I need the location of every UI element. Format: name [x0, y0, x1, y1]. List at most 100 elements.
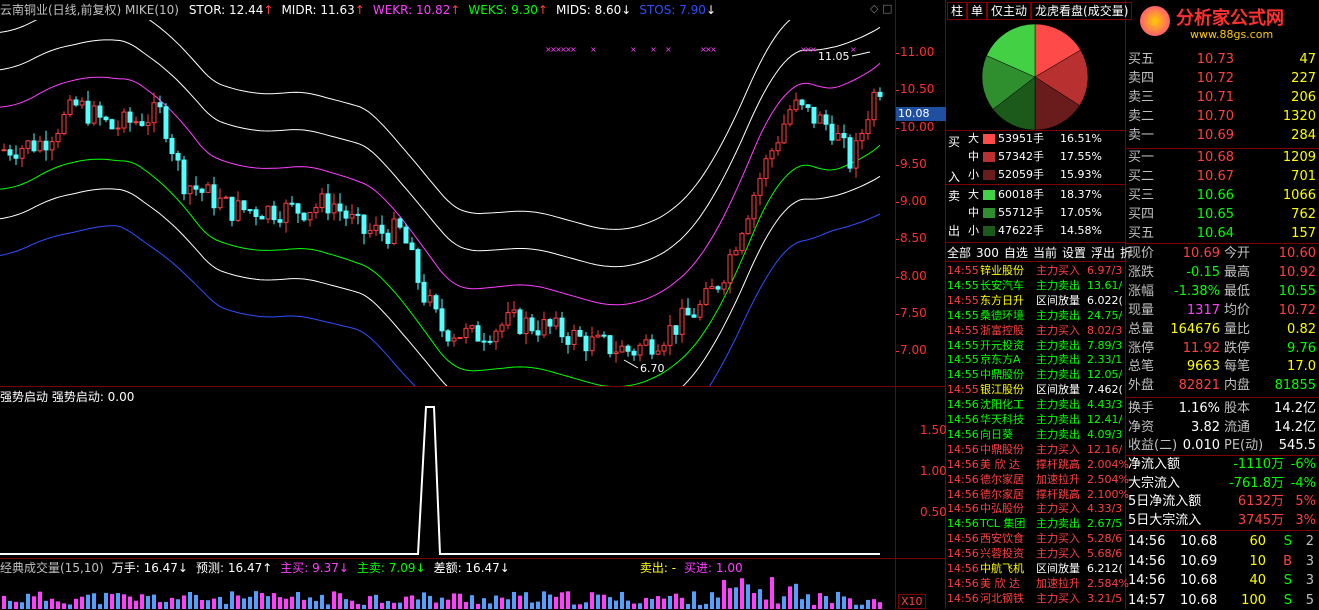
filter-tab-0[interactable]: 全部 — [947, 246, 971, 260]
alert-value: 12.05/ — [1087, 368, 1123, 382]
alert-value: 12.16/ — [1087, 442, 1123, 456]
alert-row[interactable]: 14:56 中航飞机 区间放量 6.212( — [947, 561, 1125, 576]
alert-value: 24.75/ — [1087, 308, 1123, 322]
volume-bar — [500, 597, 504, 609]
orderbook-volume: 1066 — [1282, 188, 1316, 203]
candle-body — [595, 334, 601, 338]
alert-row[interactable]: 14:56 德尔家居 撑杆跳高 2.100% — [947, 487, 1129, 502]
price-axis-tick — [896, 202, 899, 203]
fund-flow-value: 3745万 — [1237, 512, 1284, 528]
candle-body — [463, 327, 469, 339]
alert-row[interactable]: 14:56 美 欣 达 撑杆跳高 2.004% — [947, 457, 1129, 472]
alert-row[interactable]: 14:56 河北钢铁 主力买入 3.21/5 — [947, 591, 1125, 606]
alert-time: 14:56 — [947, 442, 979, 456]
alert-row[interactable]: 14:55 银江股份 区间放量 7.462( — [947, 382, 1125, 397]
alert-row[interactable]: 14:56 德尔家居 加速拉升 2.504% — [947, 472, 1129, 487]
orderbook-label: 买五 — [1128, 226, 1155, 241]
alert-value: 4.43/3 — [1087, 398, 1123, 412]
weks-line — [0, 144, 881, 386]
low-arrow — [623, 359, 639, 369]
alert-stock: 华天科技 — [980, 413, 1024, 426]
top-tab-1[interactable]: 单 — [967, 2, 988, 20]
price-axis-label: 8.00 — [900, 268, 927, 283]
volume-bar — [332, 591, 336, 609]
volume-bar — [308, 597, 312, 609]
alert-value: 2.004% — [1087, 457, 1129, 471]
alert-row[interactable]: 14:55 桑德环境 主力卖出 24.75/ — [947, 308, 1125, 323]
fundamental-label: PE(动) — [1224, 438, 1264, 453]
top-tab-2[interactable]: 仅主动 — [987, 2, 1032, 20]
flow-pct: 17.55% — [1060, 150, 1102, 163]
alert-time: 14:55 — [947, 264, 979, 277]
filter-tab-1[interactable]: 300 — [976, 246, 999, 260]
candle-body — [787, 109, 793, 125]
volume-bar — [878, 602, 882, 609]
alert-row[interactable]: 14:55 京东方A 主力卖出 2.33/1 — [947, 352, 1125, 367]
candle-body — [379, 224, 385, 234]
filter-tab-5[interactable]: 浮出 — [1091, 246, 1115, 260]
top-tab-3[interactable]: 龙虎看盘(成交量) — [1031, 2, 1133, 20]
trade-row: 14:56 10.68 60 S 2 — [1128, 532, 1318, 551]
orderbook-label: 买四 — [1128, 207, 1155, 222]
alert-row[interactable]: 14:56 沈阳化工 主力卖出 4.43/3 — [947, 397, 1125, 412]
filter-tab-2[interactable]: 自选 — [1004, 246, 1028, 260]
candle-body — [793, 99, 799, 111]
alert-row[interactable]: 14:56 中弘股份 主力买入 4.33/3 — [947, 501, 1125, 516]
volume-bar — [92, 593, 96, 609]
low-price-label: 6.70 — [640, 362, 665, 375]
alert-row[interactable]: 14:55 浙富控股 主力买入 8.02/3 — [947, 323, 1125, 338]
fund-flow-pct: -4% — [1290, 475, 1316, 491]
volume-bar — [230, 591, 234, 609]
indicator2-header: 经典成交量(15,10) 万手: 16.47↓ 预测: 16.47↑ 主买: 9.37… — [0, 560, 757, 576]
alert-row[interactable]: 14:56 美 欣 达 加速拉升 2.584% — [947, 576, 1129, 591]
alert-row[interactable]: 14:55 长安汽车 主力卖出 13.61/ — [947, 278, 1125, 293]
volume-bar — [602, 594, 606, 609]
volume-bar — [410, 595, 414, 609]
filter-tab-4[interactable]: 设置 — [1062, 246, 1086, 260]
volume-bar — [200, 600, 204, 609]
alert-time: 14:55 — [947, 338, 979, 352]
top-tab-0[interactable]: 柱 — [947, 2, 968, 20]
candle-body — [847, 137, 853, 169]
alert-row[interactable]: 14:55 东方日升 区间放量 6.022( — [947, 293, 1125, 308]
volume-bar — [158, 602, 162, 609]
volume-bar — [338, 593, 342, 609]
volume-bar — [164, 601, 168, 609]
alert-row[interactable]: 14:55 中鼎股份 主力卖出 12.05/ — [947, 367, 1125, 382]
candlestick-chart[interactable]: ×××××× × × × × ××× ××× ×11.056.70 — [0, 20, 895, 386]
alert-row[interactable]: 14:56 中鼎股份 主力买入 12.16/ — [947, 442, 1125, 457]
alert-time: 14:56 — [947, 487, 979, 501]
volume-bar — [752, 593, 756, 609]
alert-row[interactable]: 14:56 向日葵 主力卖出 4.09/3 — [947, 427, 1125, 442]
volume-bar — [842, 596, 846, 609]
filter-tab-3[interactable]: 当前 — [1033, 246, 1057, 260]
candle-body — [385, 232, 391, 244]
mids-line — [0, 175, 881, 386]
candle-body — [97, 105, 103, 118]
indicator-value-2: WEKR: 10.82 — [372, 3, 451, 17]
volume-bar — [224, 603, 228, 609]
alert-stock: 银江股份 — [980, 383, 1024, 397]
alert-row[interactable]: 14:56 华天科技 主力卖出 12.41/ — [947, 412, 1125, 427]
orderbook-label: 买三 — [1128, 188, 1155, 203]
candle-body — [481, 340, 487, 343]
volume-bar — [56, 601, 60, 609]
alert-action: 主力卖出 — [1036, 413, 1080, 426]
candle-body — [685, 307, 691, 316]
volume-bar — [464, 601, 468, 609]
orderbook-price: 10.72 — [1196, 71, 1234, 86]
indicator1-chart[interactable] — [0, 404, 895, 558]
main-chart-header: 云南铜业(日线,前复权) MIKE(10) STOR: 12.44↑ MIDR: … — [0, 2, 730, 18]
alert-row[interactable]: 14:55 开元投资 主力卖出 7.89/3 — [947, 338, 1125, 353]
chart-window-icons[interactable]: ◇ □ — [870, 2, 892, 15]
alert-row[interactable]: 14:56 西安饮食 主力买入 5.28/6 — [947, 531, 1125, 546]
alert-row[interactable]: 14:55 锌业股份 主力买入 6.97/3 — [947, 263, 1125, 278]
alert-row[interactable]: 14:56 兴蓉投资 主力买入 5.68/6 — [947, 546, 1125, 561]
volume-chart[interactable] — [0, 575, 895, 609]
alert-stock: 美 欣 达 — [980, 457, 1020, 471]
alert-row[interactable]: 14:56 TCL 集团 主力卖出 2.67/5 — [947, 516, 1125, 531]
fund-flow-label: 5日净流入额 — [1128, 494, 1202, 509]
candle-body — [619, 345, 625, 353]
orderbook-volume: 227 — [1291, 71, 1316, 86]
orderbook-price: 10.71 — [1196, 90, 1234, 105]
